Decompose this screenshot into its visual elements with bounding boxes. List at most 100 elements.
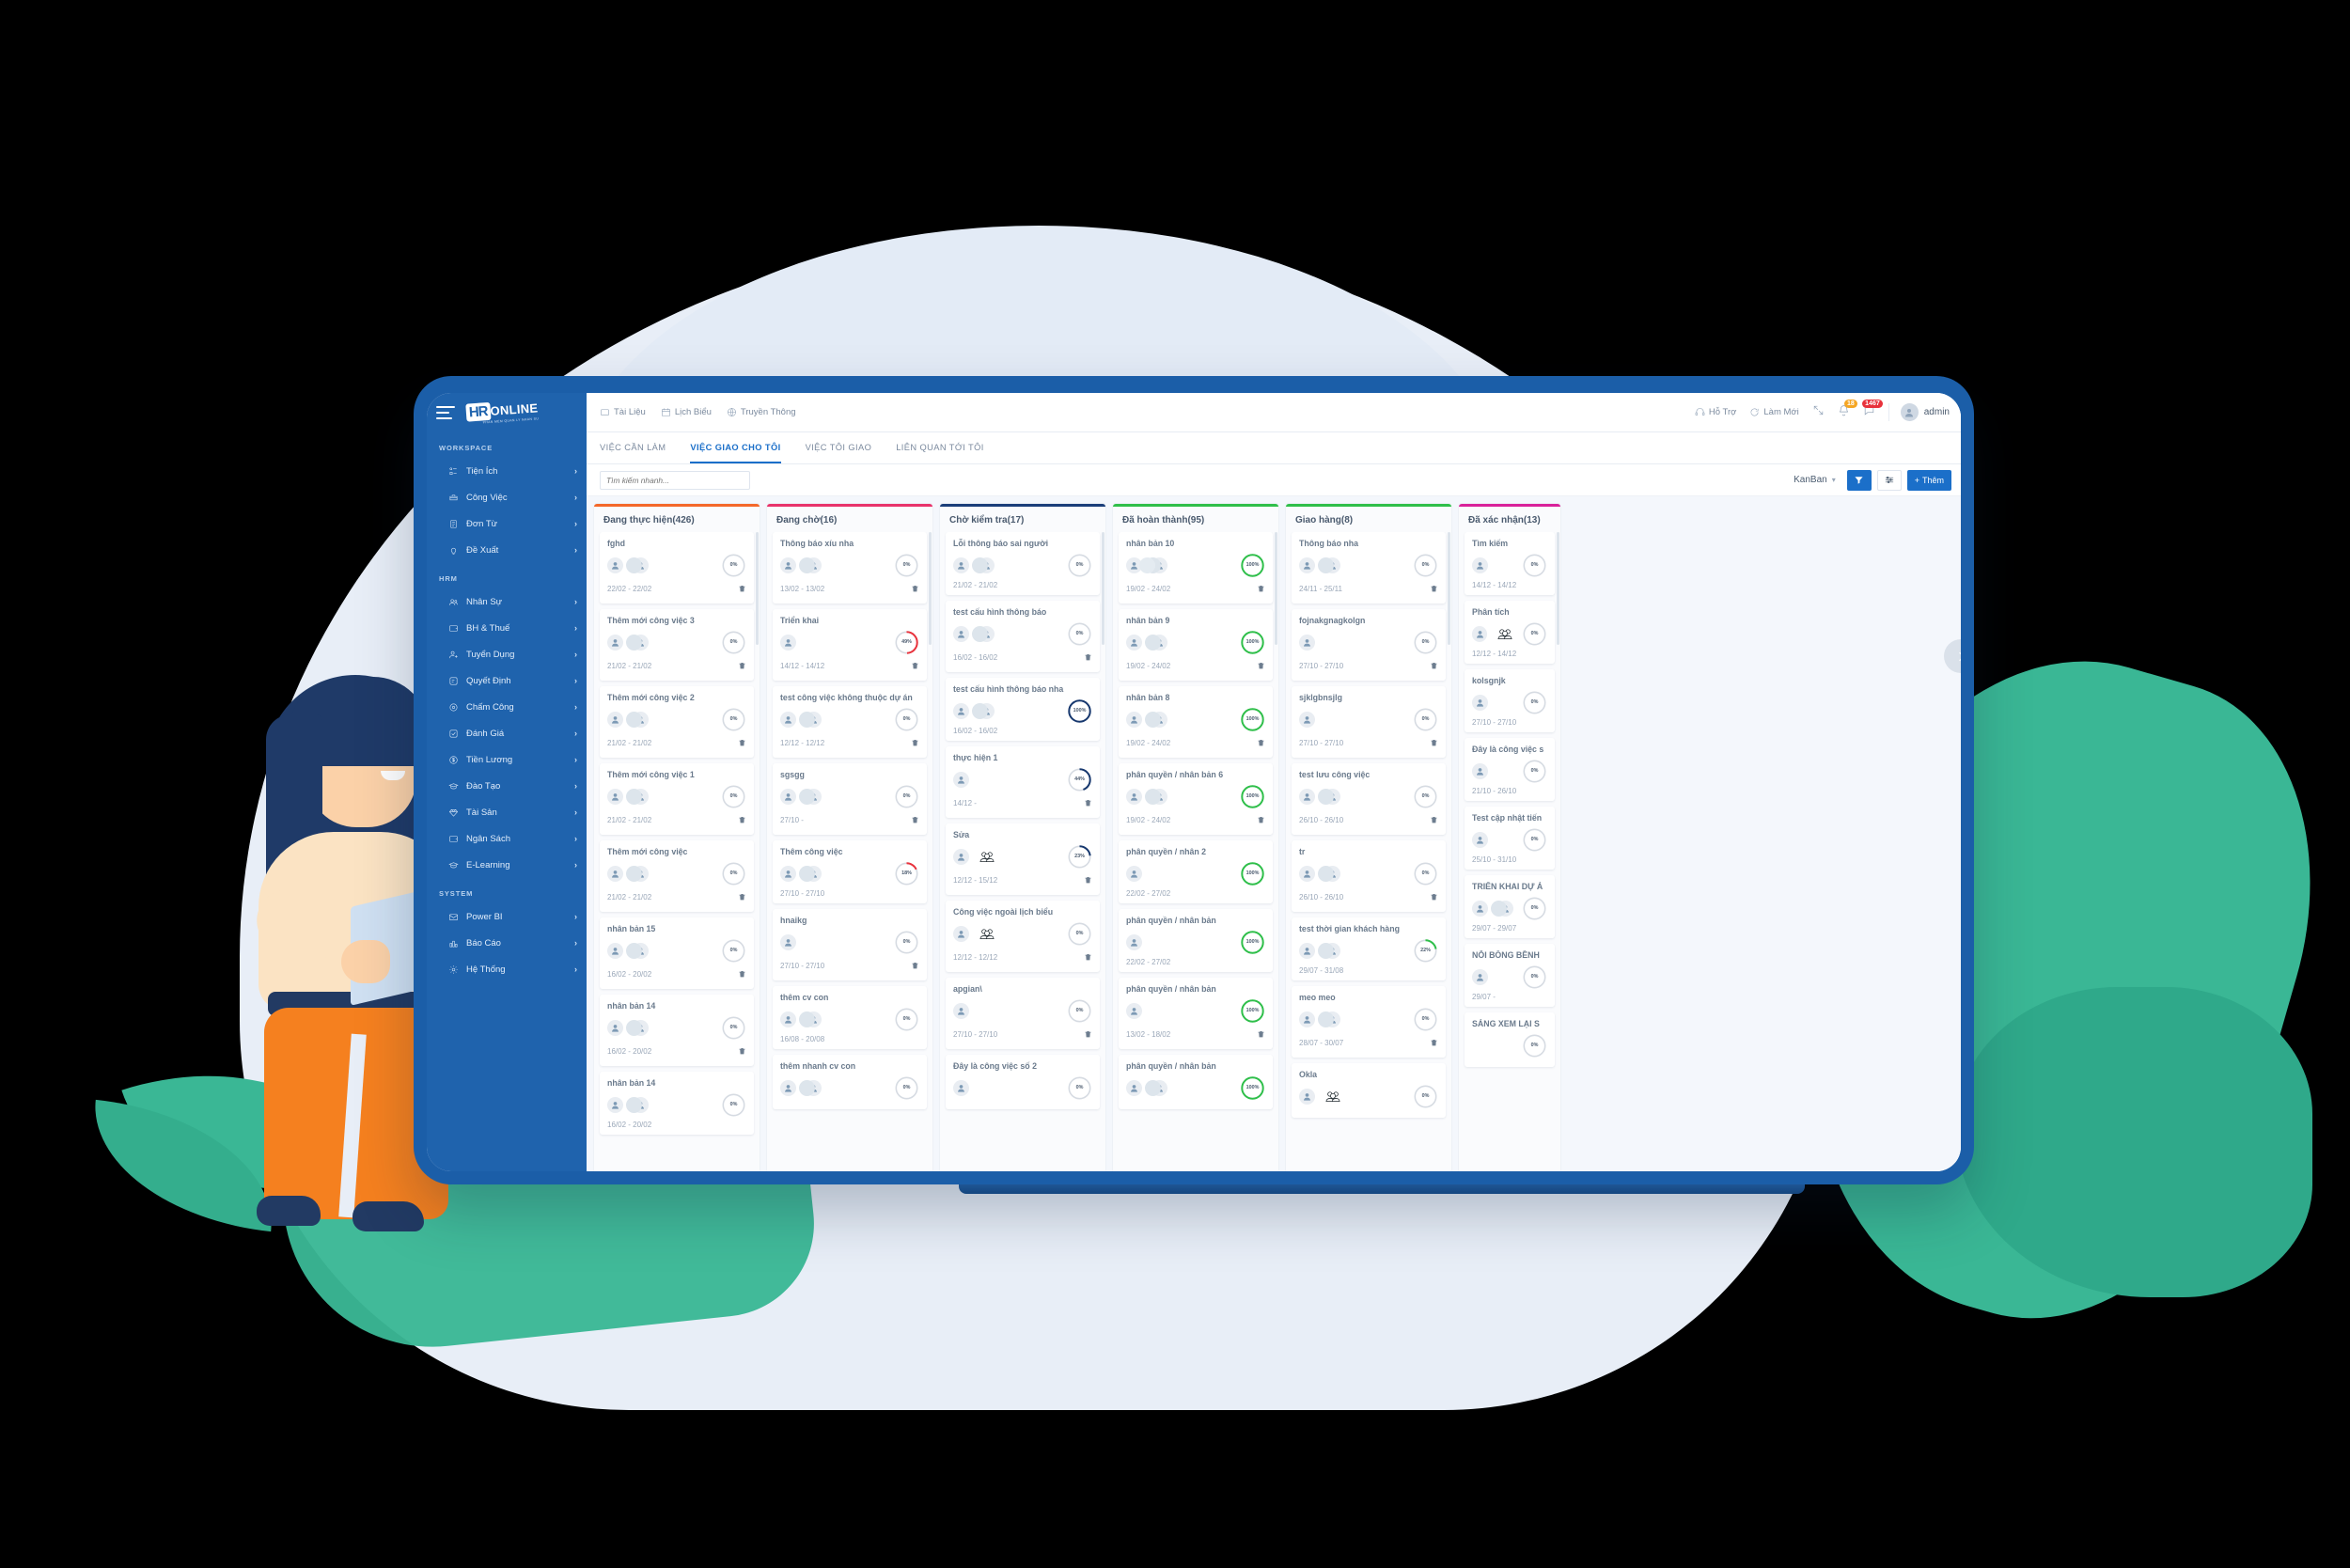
sidebar-item-bh-thu[interactable]: BH & Thuế › <box>427 615 587 641</box>
task-card[interactable]: tr 0% 26/10 - 26/10 <box>1292 839 1446 912</box>
task-card[interactable]: nhân bản 10 100% 19/02 - 24/02 <box>1119 532 1273 604</box>
delete-task-icon[interactable] <box>1257 735 1265 752</box>
app-logo[interactable]: HR ONLINE PHAN MEM QUAN LY NHAN SU <box>465 400 539 425</box>
support-button[interactable]: Hỗ Trợ <box>1695 407 1736 417</box>
delete-task-icon[interactable] <box>1430 1035 1438 1052</box>
refresh-button[interactable]: Làm Mới <box>1749 407 1799 417</box>
sidebar-item-ti-n-l-ng[interactable]: Tiền Lương › <box>427 746 587 773</box>
task-card[interactable]: Triển khai 49% 14/12 - 14/12 <box>773 608 927 681</box>
task-card[interactable]: Phân tích 0% 12/12 - 14/12 <box>1465 600 1555 664</box>
task-card[interactable]: Thêm mới công việc 1 0% 21/02 - 21/02 <box>600 762 754 835</box>
sidebar-item-c-ng-vi-c[interactable]: Công Việc › <box>427 484 587 510</box>
add-button[interactable]: + Thêm <box>1906 469 1951 491</box>
sidebar-item-tuy-n-d-ng[interactable]: Tuyển Dụng › <box>427 641 587 667</box>
sidebar-item-n-t[interactable]: Đơn Từ › <box>427 510 587 537</box>
task-card[interactable]: phân quyền / nhân bản 100% 13/02 - 18/02 <box>1119 977 1273 1049</box>
board-next-button[interactable] <box>1944 639 1961 673</box>
delete-task-icon[interactable] <box>911 581 919 598</box>
task-card[interactable]: Thêm mới công việc 2 0% 21/02 - 21/02 <box>600 685 754 758</box>
task-card[interactable]: fojnakgnagkolgn 0% 27/10 - 27/10 <box>1292 608 1446 681</box>
task-card[interactable]: Sửa 23% 12/12 - 15/12 <box>946 823 1100 895</box>
delete-task-icon[interactable] <box>911 735 919 752</box>
tab-vi-c-c-n-l-m[interactable]: VIỆC CẦN LÀM <box>600 432 666 463</box>
sidebar-item-quy-t-nh[interactable]: Quyết Định › <box>427 667 587 694</box>
column-scrollbar[interactable] <box>1275 532 1277 645</box>
task-card[interactable]: sgsgg 0% 27/10 - <box>773 762 927 835</box>
sidebar-item-ti-n-ch[interactable]: Tiện Ích › <box>427 458 587 484</box>
task-card[interactable]: Tìm kiếm 0% 14/12 - 14/12 <box>1465 532 1555 595</box>
task-card[interactable]: nhân bản 8 100% 19/02 - 24/02 <box>1119 685 1273 758</box>
delete-task-icon[interactable] <box>1084 1027 1092 1043</box>
sidebar-item-e-learning[interactable]: E-Learning › <box>427 852 587 878</box>
delete-task-icon[interactable] <box>1430 735 1438 752</box>
notifications-button[interactable]: 18 <box>1838 399 1857 421</box>
task-card[interactable]: Thêm mới công việc 3 0% 21/02 - 21/02 <box>600 608 754 681</box>
delete-task-icon[interactable] <box>911 812 919 829</box>
delete-task-icon[interactable] <box>1084 795 1092 812</box>
task-card[interactable]: Thông báo nha 0% 24/11 - 25/11 <box>1292 532 1446 604</box>
column-settings-button[interactable] <box>1876 469 1902 491</box>
task-card[interactable]: nhân bản 15 0% 16/02 - 20/02 <box>600 917 754 989</box>
delete-task-icon[interactable] <box>738 735 746 752</box>
view-mode-select[interactable]: KanBan ▾ <box>1794 475 1841 485</box>
delete-task-icon[interactable] <box>738 658 746 675</box>
delete-task-icon[interactable] <box>738 581 746 598</box>
task-card[interactable]: thêm cv con 0% 16/08 - 20/08 <box>773 985 927 1049</box>
column-scrollbar[interactable] <box>929 532 932 645</box>
delete-task-icon[interactable] <box>1430 812 1438 829</box>
sidebar-item-power-bi[interactable]: Power BI › <box>427 903 587 930</box>
filter-button[interactable] <box>1846 469 1872 491</box>
search-box[interactable] <box>600 470 750 490</box>
task-card[interactable]: phân quyền / nhân bản 6 100% 19/02 - 24/02 <box>1119 762 1273 835</box>
delete-task-icon[interactable] <box>738 966 746 983</box>
delete-task-icon[interactable] <box>1257 1027 1265 1043</box>
task-card[interactable]: sjklgbnsjlg 0% 27/10 - 27/10 <box>1292 685 1446 758</box>
delete-task-icon[interactable] <box>1084 650 1092 666</box>
delete-task-icon[interactable] <box>1430 581 1438 598</box>
task-card[interactable]: Okla 0% <box>1292 1062 1446 1118</box>
task-card[interactable]: Thêm công việc 18% 27/10 - 27/10 <box>773 839 927 903</box>
top-link-truyen-thong[interactable]: Truyền Thông <box>727 407 796 417</box>
delete-task-icon[interactable] <box>911 958 919 975</box>
sidebar-item-o-t-o[interactable]: Đào Tạo › <box>427 773 587 799</box>
task-card[interactable]: NỖI BỒNG BỀNH 0% 29/07 - <box>1465 943 1555 1007</box>
delete-task-icon[interactable] <box>1430 889 1438 906</box>
task-card[interactable]: Đây là công việc s 0% 21/10 - 26/10 <box>1465 737 1555 801</box>
delete-task-icon[interactable] <box>1257 658 1265 675</box>
task-card[interactable]: test cấu hình thông báo 0% 16/02 - 16/02 <box>946 600 1100 672</box>
delete-task-icon[interactable] <box>738 889 746 906</box>
sidebar-item-b-o-c-o[interactable]: Báo Cáo › <box>427 930 587 956</box>
task-card[interactable]: apgian\ 0% 27/10 - 27/10 <box>946 977 1100 1049</box>
task-card[interactable]: test lưu công việc 0% 26/10 - 26/10 <box>1292 762 1446 835</box>
sidebar-item-h-th-ng[interactable]: Hệ Thống › <box>427 956 587 982</box>
delete-task-icon[interactable] <box>1430 658 1438 675</box>
task-card[interactable]: test thời gian khách hàng 22% 29/07 - 31/0… <box>1292 917 1446 980</box>
task-card[interactable]: phân quyền / nhân bản 100% <box>1119 1054 1273 1109</box>
column-scrollbar[interactable] <box>756 532 759 645</box>
column-scrollbar[interactable] <box>1102 532 1104 645</box>
task-card[interactable]: Công việc ngoài lịch biểu 0% 12/12 - 12/12 <box>946 900 1100 972</box>
sidebar-item-xu-t[interactable]: Đề Xuất › <box>427 537 587 563</box>
task-card[interactable]: thực hiện 1 44% 14/12 - <box>946 745 1100 818</box>
fullscreen-button[interactable] <box>1812 404 1825 421</box>
delete-task-icon[interactable] <box>738 1043 746 1060</box>
task-card[interactable]: test công việc không thuộc dự án 0% 12/12 … <box>773 685 927 758</box>
task-card[interactable]: thêm nhanh cv con 0% <box>773 1054 927 1109</box>
delete-task-icon[interactable] <box>1084 872 1092 889</box>
task-card[interactable]: kolsgnjk 0% 27/10 - 27/10 <box>1465 668 1555 732</box>
delete-task-icon[interactable] <box>1257 812 1265 829</box>
sidebar-item-ng-n-s-ch[interactable]: Ngân Sách › <box>427 825 587 852</box>
task-card[interactable]: Thông báo xíu nha 0% 13/02 - 13/02 <box>773 532 927 604</box>
task-card[interactable]: SÁNG XEM LẠI S 0% <box>1465 1011 1555 1067</box>
delete-task-icon[interactable] <box>1084 949 1092 966</box>
sidebar-item-nh-n-s[interactable]: Nhân Sự › <box>427 588 587 615</box>
top-link-tai-lieu[interactable]: Tài Liệu <box>600 407 646 417</box>
task-card[interactable]: phân quyền / nhân 2 100% 22/02 - 27/02 <box>1119 839 1273 903</box>
task-card[interactable]: Thêm mới công việc 0% 21/02 - 21/02 <box>600 839 754 912</box>
task-card[interactable]: fghd 0% 22/02 - 22/02 <box>600 532 754 604</box>
tab-vi-c-t-i-giao[interactable]: VIỆC TÔI GIAO <box>806 432 872 463</box>
task-card[interactable]: Test cập nhật tiến 0% 25/10 - 31/10 <box>1465 806 1555 870</box>
task-card[interactable]: meo meo 0% 28/07 - 30/07 <box>1292 985 1446 1058</box>
delete-task-icon[interactable] <box>738 812 746 829</box>
sidebar-item-nh-gi[interactable]: Đánh Giá › <box>427 720 587 746</box>
